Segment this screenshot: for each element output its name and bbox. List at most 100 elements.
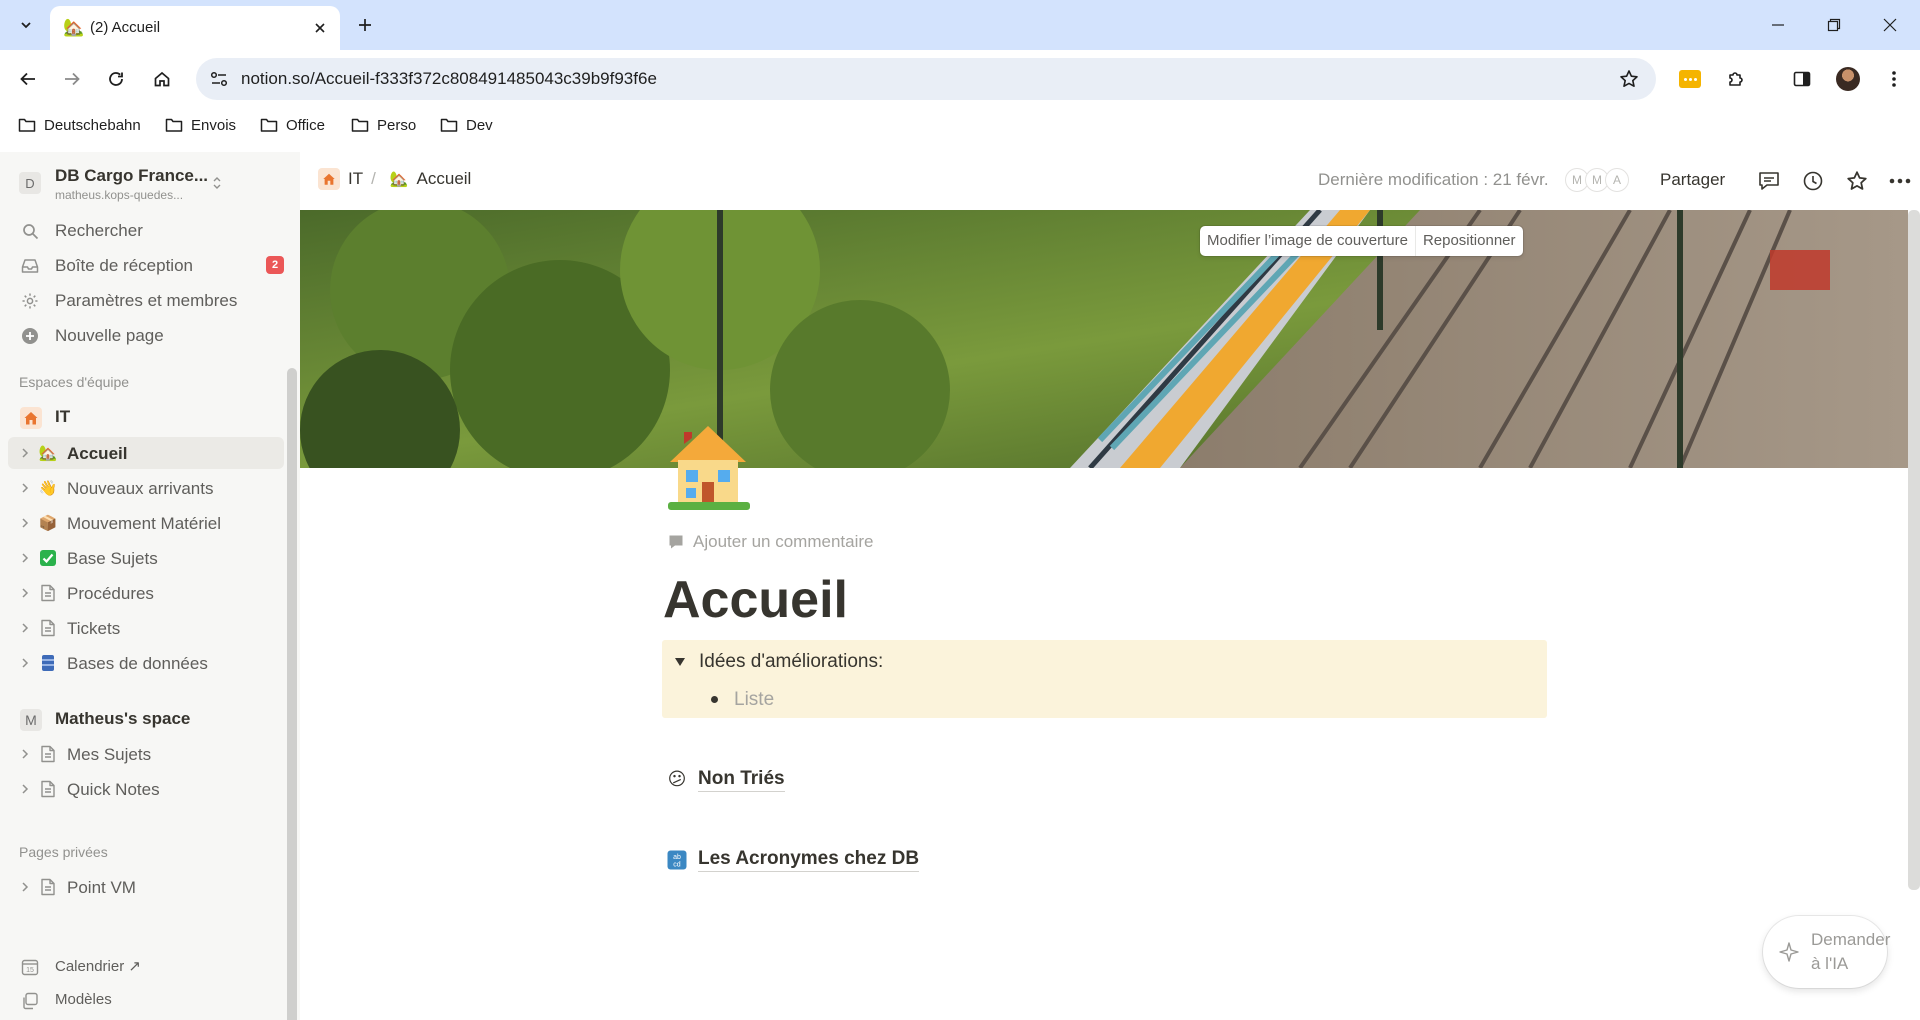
- sidebar-item-base-sujets[interactable]: Base Sujets: [8, 542, 284, 574]
- personal-space[interactable]: M Matheus's space: [8, 703, 284, 735]
- chevron-right-icon[interactable]: [18, 747, 32, 761]
- chevron-right-icon[interactable]: [18, 621, 32, 635]
- bookmark-folder[interactable]: Envois: [165, 113, 236, 137]
- browser-tab-bar: 🏡 (2) Accueil: [0, 0, 1920, 50]
- linked-page-non-tries[interactable]: 😕 Non Triés: [666, 767, 785, 792]
- house-emoji-icon[interactable]: [662, 420, 762, 516]
- back-button[interactable]: [12, 63, 44, 95]
- sidebar-settings[interactable]: Paramètres et membres: [8, 284, 284, 316]
- extension-button[interactable]: [1674, 63, 1706, 95]
- triangle-down-icon[interactable]: [672, 654, 688, 670]
- teamspaces-label: Espaces d'équipe: [19, 374, 130, 390]
- sidebar-item-mes-sujets[interactable]: Mes Sujets: [8, 738, 284, 770]
- bullet-placeholder[interactable]: Liste: [734, 689, 774, 711]
- package-icon: 📦: [38, 515, 58, 532]
- database-icon: [38, 653, 58, 673]
- ask-ai-button[interactable]: Demander à l'IA: [1763, 916, 1890, 988]
- sidebar-new-page[interactable]: Nouvelle page: [8, 319, 284, 351]
- sidebar-item-accueil[interactable]: 🏡 Accueil: [8, 437, 284, 469]
- toggle-label[interactable]: Idées d'améliorations:: [699, 651, 883, 673]
- restore-button[interactable]: [1812, 6, 1856, 44]
- reposition-cover-button[interactable]: Repositionner: [1414, 226, 1523, 256]
- browser-tab[interactable]: 🏡 (2) Accueil: [50, 6, 340, 50]
- close-icon: [1883, 18, 1897, 32]
- sidebar-item-nouveaux-arrivants[interactable]: 👋 Nouveaux arrivants: [8, 472, 284, 504]
- waving-hand-icon: 👋: [38, 480, 58, 497]
- puzzle-icon: [1729, 72, 1743, 86]
- sidebar-item-procedures[interactable]: Procédures: [8, 577, 284, 609]
- comments-icon[interactable]: [1755, 167, 1783, 195]
- sidebar-item-label: Boîte de réception: [55, 256, 193, 275]
- address-bar[interactable]: notion.so/Accueil-f333f372c808491485043c…: [196, 58, 1656, 100]
- bookmark-folder[interactable]: Office: [260, 113, 325, 137]
- url-text: notion.so/Accueil-f333f372c808491485043c…: [241, 69, 657, 88]
- plus-circle-icon: [20, 326, 40, 346]
- main-scrollbar[interactable]: [1908, 210, 1920, 890]
- sidebar-item-bases-de-donnees[interactable]: Bases de données: [8, 647, 284, 679]
- new-tab-button[interactable]: [350, 11, 380, 39]
- breadcrumb-item[interactable]: Accueil: [417, 169, 472, 189]
- close-window-button[interactable]: [1868, 6, 1912, 44]
- sidebar-item-label: Rechercher: [55, 221, 143, 240]
- side-panel-button[interactable]: [1786, 63, 1818, 95]
- toggle-block: Idées d'améliorations: Liste: [662, 640, 1547, 718]
- sidebar-inbox[interactable]: Boîte de réception 2: [8, 249, 284, 281]
- forward-button[interactable]: [56, 63, 88, 95]
- sidebar-templates[interactable]: Modèles: [8, 985, 284, 1015]
- chevron-right-icon[interactable]: [18, 656, 32, 670]
- bookmark-folder[interactable]: Deutschebahn: [18, 113, 141, 137]
- home-button[interactable]: [146, 63, 178, 95]
- favorite-star-icon[interactable]: [1843, 167, 1871, 195]
- house-emoji-icon: 🏡: [38, 445, 58, 462]
- add-comment-button[interactable]: Ajouter un commentaire: [668, 532, 873, 552]
- tab-search-button[interactable]: [12, 11, 40, 39]
- profile-button[interactable]: [1832, 63, 1864, 95]
- minimize-button[interactable]: [1756, 6, 1800, 44]
- bookmark-folder[interactable]: Perso: [351, 113, 416, 137]
- sidebar-item-quick-notes[interactable]: Quick Notes: [8, 773, 284, 805]
- chevron-right-icon[interactable]: [18, 782, 32, 796]
- chevron-right-icon[interactable]: [18, 446, 32, 460]
- chevron-right-icon[interactable]: [18, 880, 32, 894]
- history-clock-icon[interactable]: [1799, 167, 1827, 195]
- teamspace-it[interactable]: IT: [8, 401, 284, 433]
- folder-icon: [260, 118, 278, 132]
- workspace-switcher[interactable]: D DB Cargo France... matheus.kops-quedes…: [8, 160, 292, 206]
- breadcrumb-item[interactable]: IT: [348, 169, 363, 189]
- page-title[interactable]: Accueil: [663, 568, 848, 632]
- facepile[interactable]: M M A: [1565, 168, 1629, 192]
- bookmark-star-icon[interactable]: [1618, 68, 1640, 90]
- chevron-right-icon[interactable]: [18, 516, 32, 530]
- sidebar-item-label: Nouvelle page: [55, 326, 164, 345]
- restore-icon: [1827, 18, 1841, 32]
- site-info-icon[interactable]: [208, 69, 230, 89]
- gear-icon: [20, 291, 40, 311]
- browser-menu-button[interactable]: [1878, 63, 1910, 95]
- sidebar-item-label: Bases de données: [67, 654, 208, 673]
- linked-page-acronymes[interactable]: ab cd Les Acronymes chez DB: [666, 847, 920, 872]
- chevron-right-icon[interactable]: [18, 481, 32, 495]
- sidebar-item-label: Quick Notes: [67, 780, 160, 799]
- sidebar-item-label: Point VM: [67, 878, 136, 897]
- side-panel-icon: [1793, 71, 1811, 87]
- plus-icon: [359, 19, 371, 31]
- chevron-right-icon[interactable]: [18, 551, 32, 565]
- sidebar-item-mouvement-materiel[interactable]: 📦 Mouvement Matériel: [8, 507, 284, 539]
- cover-image[interactable]: Modifier l’image de couverture Repositio…: [300, 210, 1908, 468]
- share-button[interactable]: Partager: [1660, 170, 1725, 190]
- sidebar-calendar[interactable]: 15 Calendrier ↗: [8, 951, 284, 981]
- sidebar-item-point-vm[interactable]: Point VM: [8, 871, 284, 903]
- extensions-menu-button[interactable]: [1720, 63, 1752, 95]
- bookmark-folder[interactable]: Dev: [440, 113, 493, 137]
- sidebar-search[interactable]: Rechercher: [8, 214, 284, 246]
- chevron-right-icon[interactable]: [18, 586, 32, 600]
- change-cover-button[interactable]: Modifier l’image de couverture: [1200, 226, 1415, 256]
- folder-icon: [165, 118, 183, 132]
- more-options-icon[interactable]: [1886, 167, 1914, 195]
- bookmarks-bar: Deutschebahn Envois Office Perso Dev: [0, 108, 1920, 142]
- sidebar-scrollbar[interactable]: [287, 368, 297, 1020]
- page-icon: [38, 744, 58, 764]
- sidebar-item-tickets[interactable]: Tickets: [8, 612, 284, 644]
- reload-button[interactable]: [100, 63, 132, 95]
- close-tab-icon[interactable]: [310, 18, 330, 38]
